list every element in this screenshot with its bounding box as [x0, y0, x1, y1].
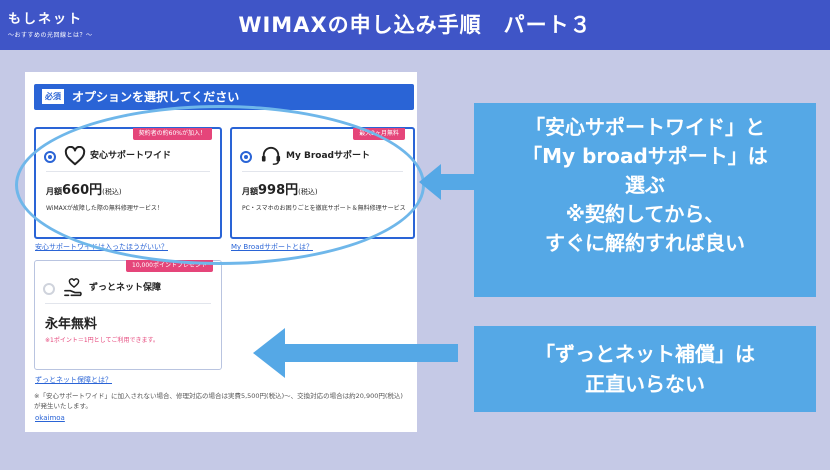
price-prefix: 月額	[242, 187, 258, 196]
anshin-info-link[interactable]: 安心サポートワイドは入ったほうがいい？	[35, 242, 168, 252]
callout-recommend: 「安心サポートワイド」と 「My broadサポート」は 選ぶ ※契約してから、…	[474, 103, 816, 297]
disclaimer-note: ※「安心サポートワイド」に加入されない場合、修理対応の場合は実費5,500円(税…	[34, 392, 403, 400]
section-header: 必須 オプションを選択してください	[34, 84, 414, 110]
price-amount: 永年無料	[45, 317, 98, 332]
price-tax: (税込)	[102, 188, 122, 196]
option-card-anshin-support[interactable]: 契約者の約60%が加入！ 安心サポートワイド 月額660円(税込) WiMAXが…	[34, 127, 222, 239]
card-name: 安心サポートワイド	[90, 151, 172, 161]
card-ribbon: 10,000ポイントプレゼント	[126, 260, 213, 272]
required-badge: 必須	[42, 89, 64, 104]
zutto-info-link[interactable]: ずっとネット保障とは？	[35, 375, 112, 385]
option-radio-anshin[interactable]	[44, 151, 56, 163]
option-card-zutto-net[interactable]: 10,000ポイントプレゼント ずっとネット保障 永年無料 ※1ポイント＝1円と…	[34, 260, 222, 370]
arrow-left-icon	[253, 328, 458, 378]
callout-line: すぐに解約すれば良い	[545, 231, 745, 255]
hand-heart-icon	[64, 278, 82, 297]
mybroad-info-link[interactable]: My Broadサポートとは？	[231, 242, 313, 252]
callout-not-needed: 「ずっとネット補償」は 正直いらない	[474, 326, 816, 412]
card-divider	[242, 171, 403, 172]
card-description: ※1ポイント＝1円としてご利用できます。	[45, 337, 159, 344]
arrow-left-icon	[419, 164, 474, 200]
callout-line: 正直いらない	[585, 372, 705, 396]
card-divider	[46, 171, 210, 172]
callout-line: 選ぶ	[625, 173, 665, 197]
price-amount: 998円	[258, 183, 299, 198]
section-title: オプションを選択してください	[72, 90, 240, 104]
card-ribbon: 契約者の約60%が加入！	[132, 128, 212, 140]
callout-line: 「安心サポートワイド」と	[525, 115, 765, 139]
price-amount: 660円	[62, 183, 103, 198]
callout-line: 「ずっとネット補償」は	[535, 342, 755, 366]
headset-icon	[261, 146, 281, 165]
card-name: My Broadサポート	[286, 151, 370, 161]
price-prefix: 月額	[46, 187, 62, 196]
footer-logo: okaimoa	[35, 414, 65, 422]
card-price: 月額660円(税込)	[46, 179, 122, 198]
card-price: 月額998円(税込)	[242, 179, 318, 198]
disclaimer-note-cont: が発生いたします。	[34, 402, 92, 410]
option-card-mybroad-support[interactable]: 最大2ヶ月無料 My Broadサポート 月額998円(税込) PC・スマホのお…	[230, 127, 415, 239]
card-name: ずっとネット保障	[89, 283, 162, 293]
header-bar: もしネット 〜おすすめの光回線とは？〜 WIMAXの申し込み手順 パート３	[0, 0, 830, 50]
card-price: 永年無料	[45, 313, 97, 332]
callout-line: 「My broadサポート」は	[522, 144, 768, 168]
option-screenshot: 必須 オプションを選択してください 契約者の約60%が加入！ 安心サポートワイド…	[25, 72, 417, 432]
card-description: WiMAXが故障した際の無料修理サービス！	[46, 205, 163, 212]
page-title: WIMAXの申し込み手順 パート３	[238, 13, 592, 37]
callout-line: ※契約してから、	[565, 202, 725, 226]
card-divider	[45, 303, 211, 304]
card-description: PC・スマホのお困りごとを徹底サポート＆無料修理サービス	[242, 205, 406, 212]
option-radio-mybroad[interactable]	[240, 151, 252, 163]
price-tax: (税込)	[298, 188, 318, 196]
option-radio-zutto[interactable]	[43, 283, 55, 295]
card-ribbon: 最大2ヶ月無料	[353, 128, 405, 140]
heart-icon	[64, 146, 86, 166]
